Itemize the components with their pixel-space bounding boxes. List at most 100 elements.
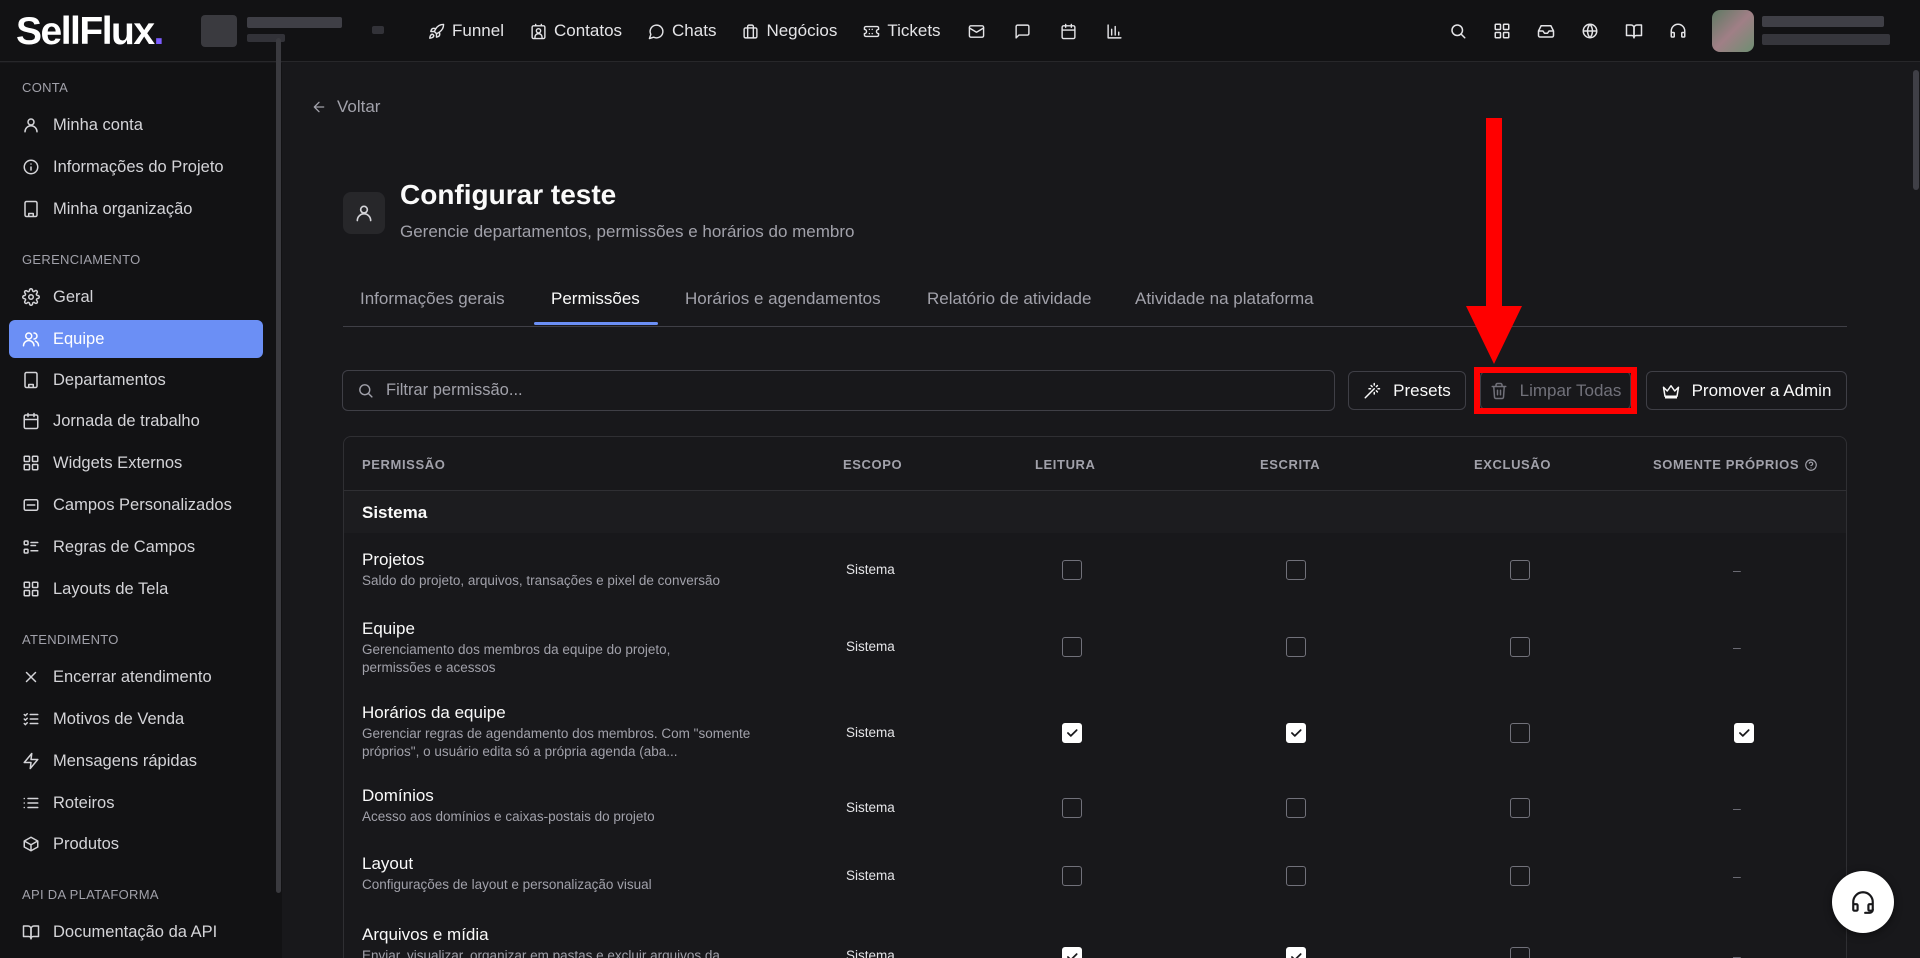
inbox-icon[interactable] [1536, 21, 1556, 41]
back-link[interactable]: Voltar [311, 97, 380, 117]
sidebar-item-widgets-externos[interactable]: Widgets Externos [9, 444, 263, 482]
sidebar-item-departamentos[interactable]: Departamentos [9, 361, 263, 399]
permission-description: Gerenciar regras de agendamento dos memb… [362, 726, 751, 759]
list-check-icon [22, 710, 40, 728]
sidebar-item-label: Encerrar atendimento [53, 667, 212, 686]
read-checkbox[interactable] [1062, 866, 1082, 886]
sidebar-item-layouts-tela[interactable]: Layouts de Tela [9, 570, 263, 608]
own-only-empty: – [1733, 948, 1741, 958]
table-row: Layout Configurações de layout e persona… [344, 845, 1846, 913]
check-icon [1065, 726, 1079, 740]
sidebar-item-regras-campos[interactable]: Regras de Campos [9, 528, 263, 566]
delete-checkbox[interactable] [1510, 798, 1530, 818]
read-checkbox[interactable] [1062, 947, 1082, 958]
presets-button[interactable]: Presets [1348, 371, 1466, 410]
write-checkbox[interactable] [1286, 947, 1306, 958]
delete-checkbox[interactable] [1510, 560, 1530, 580]
sidebar-item-label: Equipe [53, 329, 105, 348]
user-name-redacted[interactable] [1762, 16, 1884, 27]
own-only-empty: – [1733, 562, 1741, 578]
permission-description: Acesso aos domínios e caixas-postais do … [362, 809, 655, 824]
read-checkbox[interactable] [1062, 637, 1082, 657]
project-avatar[interactable] [201, 15, 237, 47]
project-selector-chevron[interactable] [372, 26, 384, 34]
widgets-icon [22, 454, 40, 472]
tab-informacoes-gerais[interactable]: Informações gerais [360, 289, 505, 309]
sidebar-item-label: Jornada de trabalho [53, 411, 200, 430]
delete-checkbox[interactable] [1510, 637, 1530, 657]
nav-tickets-label: Tickets [887, 21, 941, 40]
sidebar-item-label: Departamentos [53, 370, 166, 389]
table-row: Horários da equipe Gerenciar regras de a… [344, 693, 1846, 777]
check-icon [1289, 726, 1303, 740]
red-arrow-annotation [1466, 118, 1522, 364]
write-checkbox[interactable] [1286, 798, 1306, 818]
write-checkbox[interactable] [1286, 637, 1306, 657]
read-checkbox[interactable] [1062, 723, 1082, 743]
delete-checkbox[interactable] [1510, 866, 1530, 886]
search-icon[interactable] [1448, 21, 1468, 41]
permission-search[interactable] [342, 370, 1335, 411]
headset-icon[interactable] [1668, 21, 1688, 41]
contacts-icon [530, 23, 547, 40]
sidebar-item-encerrar-atendimento[interactable]: Encerrar atendimento [9, 658, 263, 696]
tab-relatorio-atividade[interactable]: Relatório de atividade [927, 289, 1091, 309]
sidebar-item-documentacao-api[interactable]: Documentação da API [9, 913, 263, 951]
tab-horarios-agendamentos[interactable]: Horários e agendamentos [685, 289, 881, 309]
sidebar-item-equipe[interactable]: Equipe [9, 320, 263, 358]
book-open-icon[interactable] [1624, 21, 1644, 41]
sidebar-item-jornada-trabalho[interactable]: Jornada de trabalho [9, 402, 263, 440]
delete-checkbox[interactable] [1510, 947, 1530, 958]
sidebar-item-geral[interactable]: Geral [9, 278, 263, 316]
sidebar-item-mensagens-rapidas[interactable]: Mensagens rápidas [9, 742, 263, 780]
nav-funnel[interactable]: Funnel [428, 21, 504, 41]
nav-contatos[interactable]: Contatos [530, 21, 622, 41]
sidebar-item-campos-personalizados[interactable]: Campos Personalizados [9, 486, 263, 524]
write-checkbox[interactable] [1286, 560, 1306, 580]
sidebar-item-label: Layouts de Tela [53, 579, 169, 598]
nav-chats[interactable]: Chats [648, 21, 716, 41]
read-checkbox[interactable] [1062, 560, 1082, 580]
delete-checkbox[interactable] [1510, 723, 1530, 743]
sidebar-item-label: Motivos de Venda [53, 709, 185, 728]
sidebar-item-label: Regras de Campos [53, 537, 196, 556]
sidebar-item-minha-organizacao[interactable]: Minha organização [9, 190, 263, 228]
tab-bar: Informações gerais Permissões Horários e… [343, 282, 1847, 327]
help-circle-icon[interactable] [1804, 458, 1818, 472]
main-scrollbar[interactable] [1913, 70, 1919, 190]
promote-admin-label: Promover a Admin [1691, 380, 1832, 400]
grid-icon[interactable] [1492, 21, 1512, 41]
search-input[interactable] [386, 381, 1286, 400]
sidebar-item-informacoes-projeto[interactable]: Informações do Projeto [9, 148, 263, 186]
user-avatar[interactable] [1712, 10, 1754, 52]
active-tab-indicator [534, 322, 658, 325]
project-name-redacted[interactable] [247, 17, 342, 28]
calendar-icon[interactable] [1059, 21, 1079, 41]
sidebar-item-minha-conta[interactable]: Minha conta [9, 106, 263, 144]
support-chat-button[interactable] [1832, 871, 1894, 933]
sidebar-item-roteiros[interactable]: Roteiros [9, 784, 263, 822]
sellflux-logo[interactable]: SellFlux. [16, 10, 164, 54]
message-square-icon[interactable] [1013, 21, 1033, 41]
write-checkbox[interactable] [1286, 723, 1306, 743]
sidebar-item-label: Geral [53, 287, 94, 306]
table-row: Equipe Gerenciamento dos membros da equi… [344, 607, 1846, 693]
sidebar-item-label: Minha conta [53, 115, 143, 134]
tab-atividade-plataforma[interactable]: Atividade na plataforma [1135, 289, 1314, 309]
sidebar-item-produtos[interactable]: Produtos [9, 825, 263, 863]
write-checkbox[interactable] [1286, 866, 1306, 886]
tab-permissoes[interactable]: Permissões [551, 289, 640, 309]
mail-icon[interactable] [967, 21, 987, 41]
check-icon [1289, 950, 1303, 958]
sidebar-item-motivos-venda[interactable]: Motivos de Venda [9, 700, 263, 738]
nav-negocios[interactable]: Negócios [742, 21, 837, 41]
rocket-icon [428, 23, 445, 40]
user-icon [22, 116, 40, 134]
nav-tickets[interactable]: Tickets [863, 21, 941, 41]
bar-chart-icon[interactable] [1105, 21, 1125, 41]
sidebar-scrollbar[interactable] [276, 38, 281, 893]
own-only-checkbox[interactable] [1734, 723, 1754, 743]
globe-icon[interactable] [1580, 21, 1600, 41]
promote-admin-button[interactable]: Promover a Admin [1646, 371, 1847, 410]
read-checkbox[interactable] [1062, 798, 1082, 818]
